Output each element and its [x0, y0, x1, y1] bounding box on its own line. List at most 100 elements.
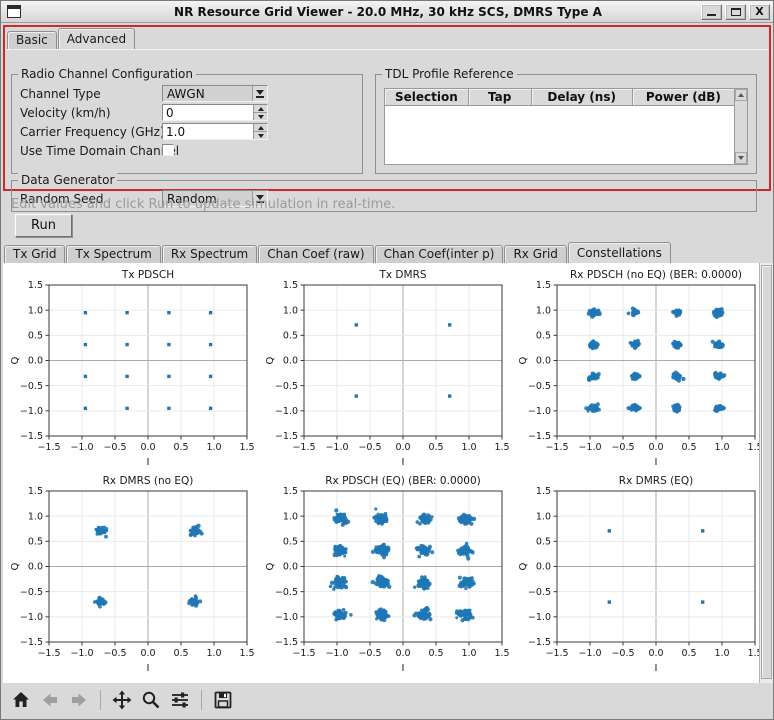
svg-text:1.0: 1.0 [206, 648, 221, 659]
carrier-frequency-input[interactable] [163, 124, 253, 139]
channel-type-label: Channel Type [20, 87, 101, 101]
svg-text:1.5: 1.5 [28, 280, 43, 291]
close-button[interactable]: X [749, 4, 770, 20]
configure-subplots-icon[interactable] [170, 690, 190, 710]
svg-text:−1.5: −1.5 [37, 442, 60, 453]
svg-text:Q: Q [518, 562, 529, 570]
svg-text:0.5: 0.5 [173, 442, 188, 453]
svg-text:−1.0: −1.0 [528, 612, 551, 623]
svg-text:Q: Q [265, 356, 276, 364]
carrier-frequency-spinbox[interactable] [162, 123, 268, 140]
svg-text:1.5: 1.5 [283, 280, 298, 291]
tdl-table: Selection Tap Delay (ns) Power (dB) [384, 88, 748, 165]
title-bar[interactable]: NR Resource Grid Viewer - 20.0 MHz, 30 k… [1, 1, 774, 23]
time-domain-channel-checkbox[interactable] [162, 144, 174, 156]
svg-text:0.5: 0.5 [283, 537, 298, 548]
save-icon[interactable] [213, 690, 233, 710]
zoom-rect-icon[interactable] [141, 690, 161, 710]
svg-text:1.0: 1.0 [283, 511, 298, 522]
tab-rx-spectrum[interactable]: Rx Spectrum [162, 245, 257, 263]
svg-text:0.5: 0.5 [283, 331, 298, 342]
velocity-spinbox[interactable] [162, 104, 268, 121]
column-selection[interactable]: Selection [385, 89, 469, 105]
svg-text:−0.5: −0.5 [611, 442, 634, 453]
app-window: NR Resource Grid Viewer - 20.0 MHz, 30 k… [0, 0, 774, 720]
constellation-plot-2: −1.5−1.0−0.50.00.51.01.5−1.5−1.0−0.50.00… [262, 265, 512, 469]
svg-text:0.5: 0.5 [681, 442, 696, 453]
column-power[interactable]: Power (dB) [633, 89, 734, 105]
chevron-down-icon[interactable] [252, 86, 267, 101]
figure-canvas[interactable]: −1.5−1.0−0.50.00.51.01.5−1.5−1.0−0.50.00… [3, 263, 759, 683]
column-tap[interactable]: Tap [469, 89, 532, 105]
scrollbar-thumb[interactable] [761, 265, 772, 679]
spin-down-icon[interactable] [254, 132, 267, 139]
svg-text:−1.0: −1.0 [70, 648, 93, 659]
svg-text:−1.5: −1.5 [292, 648, 315, 659]
svg-text:I: I [655, 663, 658, 674]
tab-advanced[interactable]: Advanced [58, 28, 135, 49]
window-title: NR Resource Grid Viewer - 20.0 MHz, 30 k… [1, 5, 774, 19]
pan-icon[interactable] [112, 690, 132, 710]
velocity-input[interactable] [163, 105, 253, 120]
plot-toolbar [3, 685, 773, 715]
tab-basic[interactable]: Basic [7, 31, 57, 49]
svg-text:−1.0: −1.0 [325, 442, 348, 453]
data-generator-title: Data Generator [18, 173, 117, 187]
tab-chan-coef-raw[interactable]: Chan Coef (raw) [258, 245, 373, 263]
constellation-plot-5: −1.5−1.0−0.50.00.51.01.5−1.5−1.0−0.50.00… [262, 471, 512, 675]
back-icon[interactable] [40, 690, 60, 710]
svg-text:−0.5: −0.5 [103, 648, 126, 659]
radio-channel-groupbox: Radio Channel Configuration Channel Type… [11, 74, 363, 174]
tab-constellations[interactable]: Constellations [568, 242, 671, 263]
svg-text:−1.5: −1.5 [545, 442, 568, 453]
svg-text:1.5: 1.5 [494, 648, 509, 659]
spin-up-icon[interactable] [254, 105, 267, 113]
svg-text:−1.5: −1.5 [545, 648, 568, 659]
svg-text:−1.0: −1.0 [275, 406, 298, 417]
scroll-up-icon[interactable] [735, 89, 747, 101]
forward-icon[interactable] [69, 690, 89, 710]
scroll-down-icon[interactable] [735, 152, 747, 164]
svg-text:0.5: 0.5 [681, 648, 696, 659]
svg-text:1.0: 1.0 [28, 305, 43, 316]
column-delay[interactable]: Delay (ns) [532, 89, 633, 105]
svg-text:−0.5: −0.5 [20, 381, 43, 392]
svg-text:1.0: 1.0 [714, 442, 729, 453]
tab-tx-grid[interactable]: Tx Grid [4, 245, 65, 263]
svg-text:1.0: 1.0 [536, 511, 551, 522]
channel-type-combobox[interactable]: AWGN [162, 85, 268, 102]
svg-text:1.5: 1.5 [494, 442, 509, 453]
home-icon[interactable] [11, 690, 31, 710]
svg-text:−1.0: −1.0 [20, 612, 43, 623]
tab-rx-grid[interactable]: Rx Grid [504, 245, 566, 263]
svg-text:−1.0: −1.0 [20, 406, 43, 417]
spin-up-icon[interactable] [254, 124, 267, 132]
svg-text:Q: Q [10, 562, 21, 570]
toolbar-separator [201, 690, 202, 710]
spin-down-icon[interactable] [254, 113, 267, 120]
tab-tx-spectrum[interactable]: Tx Spectrum [66, 245, 160, 263]
tab-chan-coef-interp[interactable]: Chan Coef(inter p) [375, 245, 504, 263]
svg-text:−0.5: −0.5 [275, 381, 298, 392]
canvas-vertical-scrollbar[interactable] [759, 263, 773, 683]
svg-text:0.5: 0.5 [28, 331, 43, 342]
svg-text:1.0: 1.0 [206, 442, 221, 453]
svg-text:−0.5: −0.5 [20, 587, 43, 598]
svg-text:I: I [147, 457, 150, 468]
minimize-button[interactable] [701, 4, 722, 20]
svg-text:0.5: 0.5 [536, 331, 551, 342]
config-notebook-highlight: Basic Advanced Radio Channel Configurati… [3, 25, 771, 191]
maximize-button[interactable] [725, 4, 746, 20]
tdl-table-scrollbar[interactable] [734, 89, 747, 164]
svg-text:0.0: 0.0 [28, 562, 43, 573]
run-button[interactable]: Run [15, 214, 72, 237]
svg-text:−0.5: −0.5 [611, 648, 634, 659]
radio-channel-title: Radio Channel Configuration [18, 67, 196, 81]
constellation-plot-6: −1.5−1.0−0.50.00.51.01.5−1.5−1.0−0.50.00… [515, 471, 765, 675]
svg-text:−1.5: −1.5 [292, 442, 315, 453]
constellation-plot-1: −1.5−1.0−0.50.00.51.01.5−1.5−1.0−0.50.00… [7, 265, 257, 469]
carrier-frequency-label: Carrier Frequency (GHz) [20, 125, 165, 139]
svg-text:−1.0: −1.0 [578, 442, 601, 453]
svg-text:−1.5: −1.5 [37, 648, 60, 659]
svg-text:0.5: 0.5 [536, 537, 551, 548]
